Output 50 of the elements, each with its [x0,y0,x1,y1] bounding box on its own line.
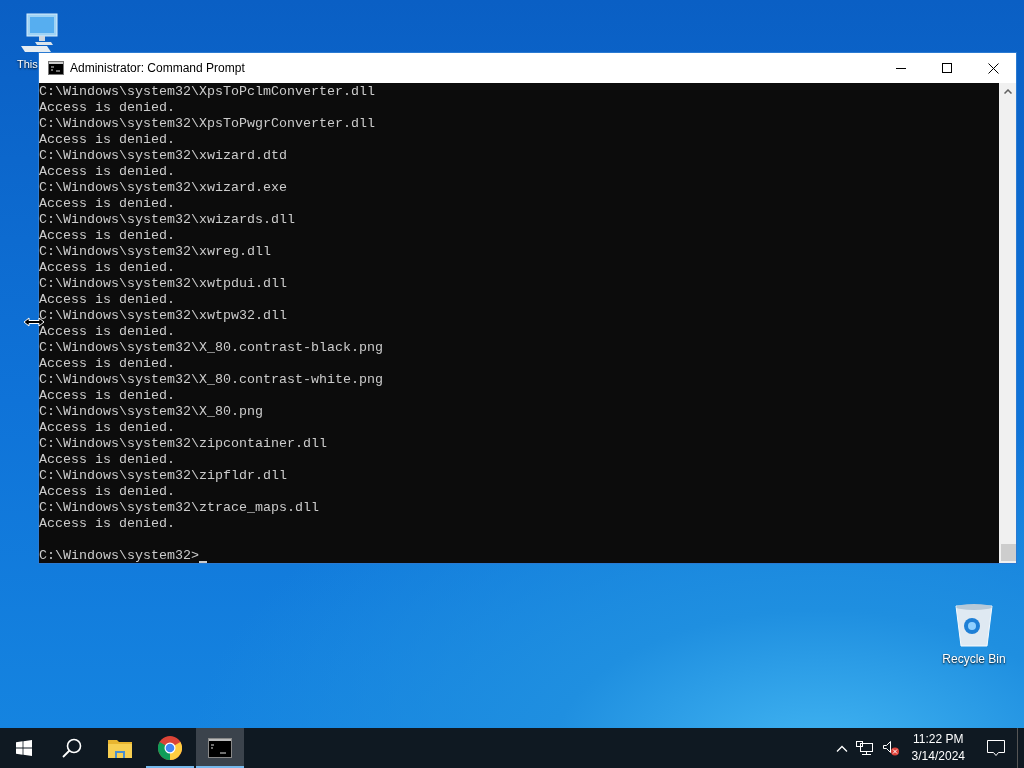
console-line: C:\Windows\system32\xwtpw32.dll [39,308,287,324]
console-line: C:\Windows\system32\X_80.png [39,404,263,420]
scrollbar-thumb[interactable] [1001,544,1016,561]
folder-icon [108,738,132,758]
console-line: C:\Windows\system32\xwreg.dll [39,244,271,260]
muted-speaker-icon [881,740,900,756]
chevron-up-icon [835,744,848,752]
console-line: C:\Windows\system32\xwizard.exe [39,180,287,196]
console-line: Access is denied. [39,260,175,276]
console-line: C:\Windows\system32\XpsToPclmConverter.dll [39,84,375,100]
console-line: C:\Windows\system32\xwizard.dtd [39,148,287,164]
browser-icon [158,736,182,760]
console-line: Access is denied. [39,132,175,148]
console-line: Access is denied. [39,452,175,468]
console-line: Access is denied. [39,100,175,116]
console-line: Access is denied. [39,420,175,436]
console-line: Access is denied. [39,292,175,308]
command-prompt: C:\Windows\system32> [39,548,199,563]
console-line: Access is denied. [39,164,175,180]
console-line: C:\Windows\system32\zipcontainer.dll [39,436,327,452]
console-line: Access is denied. [39,196,175,212]
console-line: Access is denied. [39,228,175,244]
network-icon [855,740,874,756]
console-line: Access is denied. [39,516,175,532]
recycle-bin-icon [952,602,996,648]
console-line: C:\Windows\system32\zipfldr.dll [39,468,287,484]
windows-logo-icon [16,740,32,756]
desktop-icon-label[interactable]: This [17,58,38,70]
maximize-icon [942,63,952,73]
console-line: Access is denied. [39,484,175,500]
console-line: Access is denied. [39,324,175,340]
console-line: C:\Windows\system32\ztrace_maps.dll [39,500,319,516]
console-line: C:\Windows\system32\xwtpdui.dll [39,276,287,292]
text-cursor [198,561,207,563]
terminal-icon [48,61,64,75]
search-icon [62,738,82,758]
terminal-icon [208,738,232,758]
console-line: Access is denied. [39,388,175,404]
console-line: C:\Windows\system32\xwizards.dll [39,212,295,228]
notification-icon [987,739,1005,757]
taskbar-app-button[interactable] [196,728,244,768]
clock[interactable]: 11:22 PM 3/14/2024 [905,728,971,768]
console-line: C:\Windows\system32\XpsToPwgrConverter.dll [39,116,375,132]
close-icon [987,62,999,74]
console-line: Access is denied. [39,356,175,372]
window-title: Administrator: Command Prompt [70,61,246,75]
scrollbar[interactable] [999,83,1016,563]
console-line: C:\Windows\system32\X_80.contrast-white.png [39,372,383,388]
desktop-icon-label[interactable]: Recycle Bin [942,652,1006,666]
console-line: C:\Windows\system32\X_80.contrast-black.png [39,340,383,356]
